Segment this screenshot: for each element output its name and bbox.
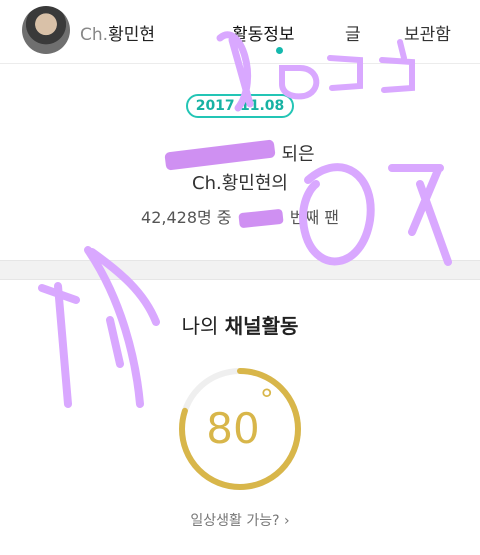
channel-header: Ch.황민현 활동정보 글 보관함 xyxy=(0,0,480,64)
redaction-mark xyxy=(164,139,277,171)
channel-prefix: Ch. xyxy=(80,25,109,45)
avatar[interactable] xyxy=(22,6,70,54)
gauge-value-display: 80° xyxy=(176,365,304,493)
tab-saved[interactable]: 보관함 xyxy=(404,20,451,45)
rank-count: 42,428명 중 xyxy=(141,208,232,227)
date-badge: 2017.11.08 xyxy=(186,94,294,118)
rank-suffix: 번째 팬 xyxy=(289,208,339,227)
fan-channel-line: Ch.황민현의 xyxy=(0,169,480,195)
fan-rank-line: 42,428명 중 번째 팬 xyxy=(0,204,480,229)
tab-posts[interactable]: 글 xyxy=(345,20,361,45)
fan-channel-name: 황민현의 xyxy=(221,173,288,194)
channel-activity-title: 나의 채널활동 xyxy=(0,310,480,339)
channel-name: 황민현 xyxy=(108,25,155,45)
gauge-value: 80 xyxy=(206,404,260,453)
gauge-unit: ° xyxy=(259,383,274,416)
activity-title-bold: 채널활동 xyxy=(224,314,299,338)
section-divider xyxy=(0,260,480,280)
fan-since-line: 되은 xyxy=(0,139,480,171)
active-tab-indicator xyxy=(276,47,283,54)
tab-activity-info[interactable]: 활동정보 xyxy=(232,20,295,45)
rank-redaction xyxy=(237,208,284,229)
fan-summary: 2017.11.08 되은 Ch.황민현의 42,428명 중 번째 팬 xyxy=(0,64,480,260)
daily-life-link[interactable]: 일상생활 가능? › xyxy=(0,510,480,530)
channel-title[interactable]: Ch.황민현 xyxy=(80,20,155,45)
activity-title-prefix: 나의 xyxy=(181,314,219,338)
fan-suffix: 되은 xyxy=(281,144,315,165)
fan-channel-prefix: Ch. xyxy=(192,173,222,194)
